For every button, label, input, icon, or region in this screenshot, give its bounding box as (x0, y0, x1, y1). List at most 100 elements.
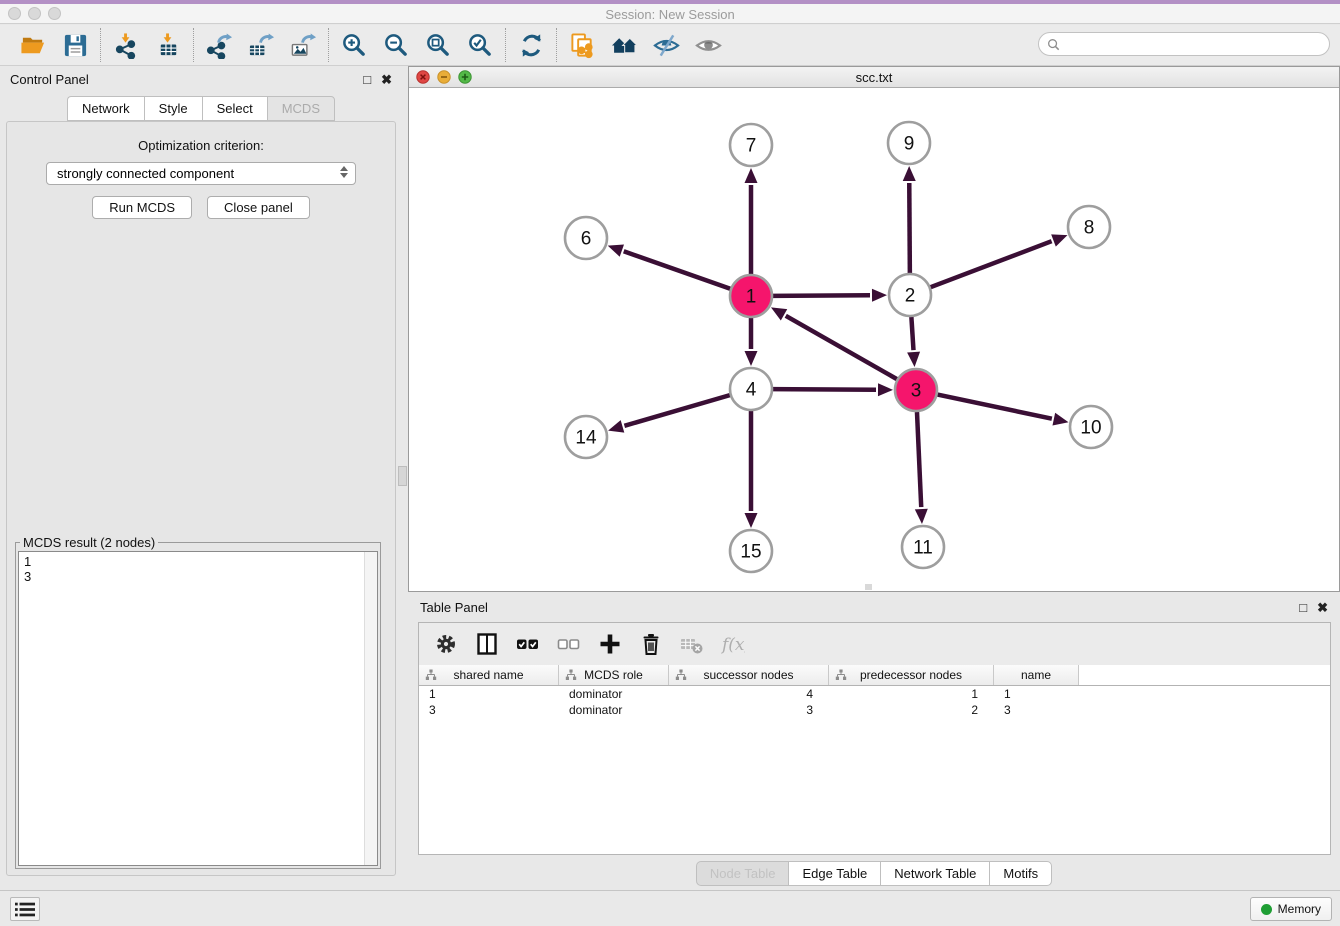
import-table-button[interactable] (153, 30, 183, 60)
control-panel: Control Panel □ ✖ NetworkStyleSelectMCDS… (0, 66, 402, 884)
edge-4-3[interactable] (773, 389, 876, 390)
refresh-button[interactable] (516, 30, 546, 60)
select-stepper-icon (340, 166, 348, 178)
column-header-successor-nodes[interactable]: successor nodes (669, 665, 829, 685)
table-row[interactable]: 1dominator411 (419, 686, 1330, 702)
edge-1-6[interactable] (624, 251, 731, 288)
memory-label: Memory (1278, 902, 1321, 916)
save-button[interactable] (60, 30, 90, 60)
graph-node-label: 14 (575, 428, 597, 449)
result-line: 1 (24, 554, 372, 569)
tab-select[interactable]: Select (202, 96, 267, 121)
panel-divider-handle[interactable] (398, 466, 407, 486)
export-network-button[interactable] (204, 30, 234, 60)
criterion-select[interactable]: strongly connected component (46, 162, 356, 185)
edge-4-14[interactable] (624, 395, 729, 426)
graph-node-label: 10 (1080, 418, 1101, 439)
zoom-in-button[interactable] (339, 30, 369, 60)
edge-arrowhead (771, 307, 787, 320)
column-label: name (1021, 668, 1051, 682)
table-rows: 1dominator4113dominator323 (419, 686, 1330, 718)
zoom-selected-button[interactable] (465, 30, 495, 60)
table-cell: 2 (829, 702, 994, 718)
export-image-button[interactable] (288, 30, 318, 60)
zoom-fit-button[interactable] (423, 30, 453, 60)
table-header-row: shared name MCDS role successor nodes pr… (419, 665, 1330, 686)
table-tabs: Node TableEdge TableNetwork TableMotifs (408, 861, 1340, 886)
gear-button[interactable] (433, 631, 459, 657)
edge-3-10[interactable] (938, 395, 1052, 419)
memory-status-icon (1261, 904, 1272, 915)
add-button[interactable] (597, 631, 623, 657)
clone-network-button[interactable] (567, 30, 597, 60)
show-panel-list-button[interactable] (10, 897, 40, 921)
network-canvas[interactable]: 7968124314101511 (409, 88, 1339, 591)
float-panel-icon[interactable]: □ (363, 73, 371, 86)
delete-table-icon (680, 632, 704, 656)
toolbar-group (557, 30, 733, 60)
criterion-value: strongly connected component (57, 166, 234, 181)
columns-button[interactable] (474, 631, 500, 657)
network-window-titlebar[interactable]: scc.txt (409, 67, 1339, 88)
close-table-panel-icon[interactable]: ✖ (1317, 601, 1328, 614)
table-cell: 1 (994, 686, 1079, 702)
table-cell: 1 (829, 686, 994, 702)
memory-button[interactable]: Memory (1250, 897, 1332, 921)
close-panel-button[interactable]: Close panel (207, 196, 310, 219)
graph-node-label: 8 (1084, 218, 1095, 239)
deselect-all-button[interactable] (556, 631, 582, 657)
result-scrollbar[interactable] (364, 552, 377, 865)
hide-eye-button[interactable] (651, 30, 681, 60)
edge-2-3[interactable] (911, 317, 913, 350)
column-header-predecessor-nodes[interactable]: predecessor nodes (829, 665, 994, 685)
home-button[interactable] (609, 30, 639, 60)
table-row[interactable]: 3dominator323 (419, 702, 1330, 718)
table-panel: Table Panel □ ✖ f(x) shared name MCDS ro… (408, 595, 1340, 890)
export-table-button[interactable] (246, 30, 276, 60)
mcds-result-text[interactable]: 13 (18, 551, 378, 866)
edge-arrowhead (872, 289, 887, 302)
edge-2-8[interactable] (931, 241, 1052, 287)
search-box[interactable] (1038, 32, 1330, 56)
column-header-shared-name[interactable]: shared name (419, 665, 559, 685)
edge-arrowhead (907, 352, 920, 367)
tab-network[interactable]: Network (67, 96, 144, 121)
close-view-icon[interactable] (416, 70, 430, 84)
main-toolbar (0, 25, 1340, 66)
show-eye-icon (695, 32, 722, 59)
maximize-view-icon[interactable] (458, 70, 472, 84)
tab-style[interactable]: Style (144, 96, 202, 121)
select-all-button[interactable] (515, 631, 541, 657)
show-eye-button[interactable] (693, 30, 723, 60)
open-folder-button[interactable] (18, 30, 48, 60)
tab-edge-table[interactable]: Edge Table (788, 861, 880, 886)
edge-3-1[interactable] (786, 316, 897, 379)
float-table-panel-icon[interactable]: □ (1299, 601, 1307, 614)
tab-motifs[interactable]: Motifs (989, 861, 1052, 886)
search-input[interactable] (1065, 37, 1321, 51)
canvas-scroll-handle[interactable] (865, 584, 872, 590)
edge-3-11[interactable] (917, 412, 921, 507)
edge-arrowhead (878, 383, 893, 396)
minimize-view-icon[interactable] (437, 70, 451, 84)
network-view-title: scc.txt (856, 70, 893, 85)
svg-text:f(x): f(x) (721, 635, 745, 655)
close-panel-icon[interactable]: ✖ (381, 73, 392, 86)
mcds-result-title: MCDS result (2 nodes) (20, 535, 158, 550)
edge-1-2[interactable] (773, 295, 870, 296)
edge-2-9[interactable] (909, 183, 910, 273)
zoom-out-button[interactable] (381, 30, 411, 60)
tab-mcds[interactable]: MCDS (267, 96, 335, 121)
tab-network-table[interactable]: Network Table (880, 861, 989, 886)
tab-node-table[interactable]: Node Table (696, 861, 789, 886)
mcds-result-fieldset: MCDS result (2 nodes) 13 (15, 542, 381, 869)
graph-node-label: 4 (746, 380, 757, 401)
trash-button[interactable] (638, 631, 664, 657)
column-header-MCDS-role[interactable]: MCDS role (559, 665, 669, 685)
edge-arrowhead (608, 244, 624, 256)
run-mcds-button[interactable]: Run MCDS (92, 196, 192, 219)
import-network-button[interactable] (111, 30, 141, 60)
home-icon (611, 32, 638, 59)
graph-node-label: 6 (581, 229, 592, 250)
column-header-name[interactable]: name (994, 665, 1079, 685)
